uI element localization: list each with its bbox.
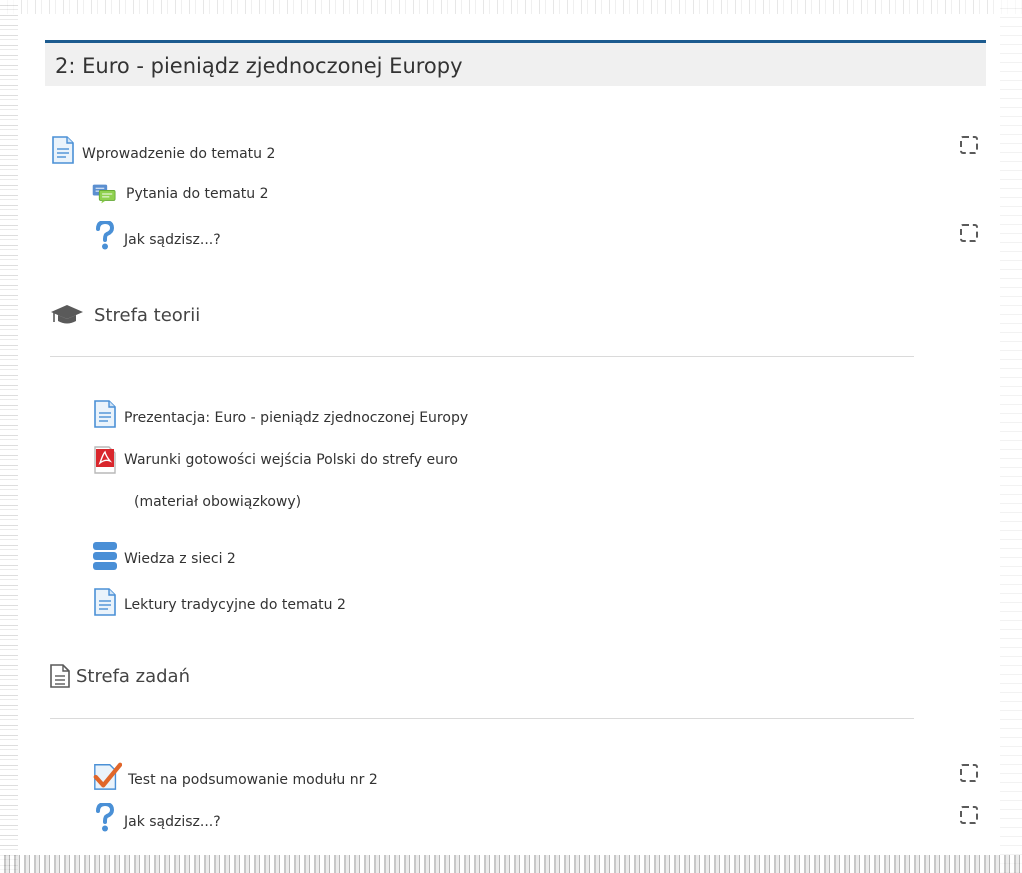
question-icon: [92, 221, 118, 250]
completion-checkbox[interactable]: [960, 136, 978, 154]
graduation-cap-icon: [50, 304, 84, 326]
page-icon: [50, 136, 76, 164]
document-icon: [50, 664, 70, 688]
activity-pdf-conditions[interactable]: Warunki gotowości wejścia Polski do stre…: [92, 446, 458, 474]
theory-zone-heading: Strefa teorii: [50, 304, 200, 326]
pdf-icon: [92, 446, 118, 474]
activity-label[interactable]: Wiedza z sieci 2: [124, 551, 236, 567]
tasks-zone-title: Strefa zadań: [76, 665, 190, 687]
page-icon: [92, 588, 118, 616]
activity-module-test[interactable]: Test na podsumowanie modułu nr 2: [92, 762, 378, 790]
database-icon: [92, 542, 118, 570]
activity-question-1[interactable]: Jak sądzisz...?: [92, 221, 221, 250]
divider: [50, 718, 914, 719]
activity-label[interactable]: Lektury tradycyjne do tematu 2: [124, 597, 346, 613]
activity-web-knowledge[interactable]: Wiedza z sieci 2: [92, 542, 236, 570]
activity-label[interactable]: Test na podsumowanie modułu nr 2: [128, 772, 378, 788]
activity-traditional-readings[interactable]: Lektury tradycyjne do tematu 2: [92, 588, 346, 616]
activity-label[interactable]: Warunki gotowości wejścia Polski do stre…: [124, 452, 458, 468]
torn-edge-right: [1000, 0, 1022, 873]
activity-label-continued[interactable]: (materiał obowiązkowy): [134, 494, 301, 510]
activity-questions[interactable]: Pytania do tematu 2: [92, 180, 269, 208]
torn-edge-bottom: [0, 855, 1022, 873]
activity-label[interactable]: Pytania do tematu 2: [126, 186, 269, 202]
activity-label[interactable]: Prezentacja: Euro - pieniądz zjednoczone…: [124, 410, 468, 426]
activity-intro[interactable]: Wprowadzenie do tematu 2: [50, 136, 275, 164]
activity-label[interactable]: Jak sądzisz...?: [124, 232, 221, 248]
completion-checkbox[interactable]: [960, 764, 978, 782]
tasks-zone-heading: Strefa zadań: [50, 664, 190, 688]
divider: [50, 356, 914, 357]
section-title: 2: Euro - pieniądz zjednoczonej Europy: [55, 54, 463, 78]
theory-zone-title: Strefa teorii: [94, 304, 201, 326]
activity-label[interactable]: Wprowadzenie do tematu 2: [82, 146, 275, 162]
quiz-icon: [92, 762, 122, 790]
activity-presentation[interactable]: Prezentacja: Euro - pieniądz zjednoczone…: [92, 400, 468, 428]
activity-pdf-conditions-note[interactable]: (materiał obowiązkowy): [134, 494, 301, 510]
forum-icon: [92, 180, 118, 208]
activity-label[interactable]: Jak sądzisz...?: [124, 814, 221, 830]
completion-checkbox[interactable]: [960, 806, 978, 824]
question-icon: [92, 803, 118, 832]
torn-edge-top: [0, 0, 1022, 14]
torn-edge-left: [0, 0, 18, 873]
section-header: 2: Euro - pieniądz zjednoczonej Europy: [45, 40, 986, 86]
activity-question-2[interactable]: Jak sądzisz...?: [92, 803, 221, 832]
page-icon: [92, 400, 118, 428]
completion-checkbox[interactable]: [960, 224, 978, 242]
